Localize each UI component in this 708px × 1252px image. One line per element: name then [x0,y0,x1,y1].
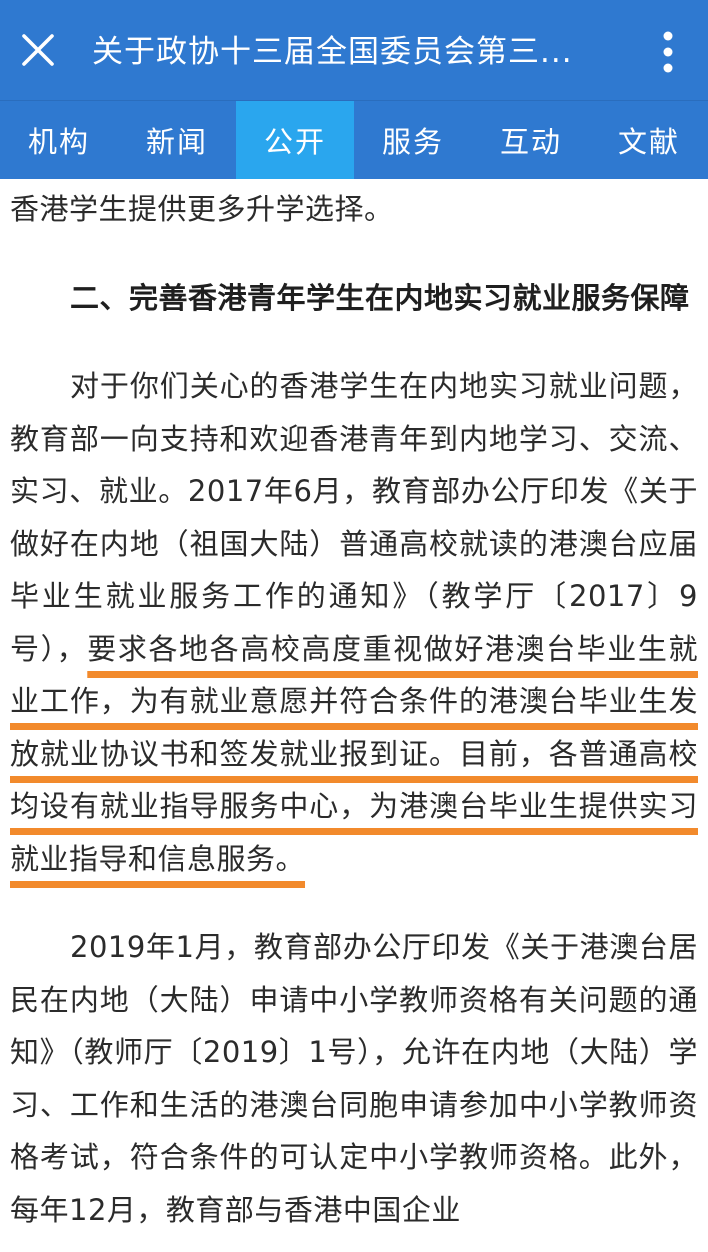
close-button[interactable] [14,22,62,78]
page-title: 关于政协十三届全国委员会第三... [92,34,573,70]
more-options-button[interactable] [650,28,686,76]
tab-institutions[interactable]: 机构 [0,101,118,179]
article-intro-fragment: 香港学生提供更多升学选择。 [10,192,394,226]
app-screen: 关于政协十三届全国委员会第三... 机构 新闻 公开 服务 互动 文献 香港学生… [0,0,708,1252]
title-bar: 关于政协十三届全国委员会第三... [0,0,708,100]
tab-interaction[interactable]: 互动 [472,101,590,179]
category-tab-bar: 机构 新闻 公开 服务 互动 文献 [0,100,708,179]
close-icon [22,34,54,66]
article-paragraph-2: 2019年1月，教育部办公厅印发《关于港澳台居民在内地（大陆）申请中小学教师资格… [10,930,698,1227]
more-vertical-icon [663,31,673,73]
tab-documents[interactable]: 文献 [590,101,708,179]
article-body[interactable]: 香港学生提供更多升学选择。 二、完善香港青年学生在内地实习就业服务保障 对于你们… [0,178,708,1252]
highlighted-text: 要求各地各高校高度重视做好港澳台毕业生就业工作，为有就业意愿并符合条件的港澳台毕… [10,631,698,876]
tab-public[interactable]: 公开 [236,101,354,179]
paragraph-1-text: 对于你们关心的香港学生在内地实习就业问题，教育部一向支持和欢迎香港青年到内地学习… [10,369,698,666]
section-heading: 二、完善香港青年学生在内地实习就业服务保障 [70,280,690,315]
tab-services[interactable]: 服务 [354,101,472,179]
tab-news[interactable]: 新闻 [118,101,236,179]
article-paragraph-1: 对于你们关心的香港学生在内地实习就业问题，教育部一向支持和欢迎香港青年到内地学习… [10,360,698,885]
